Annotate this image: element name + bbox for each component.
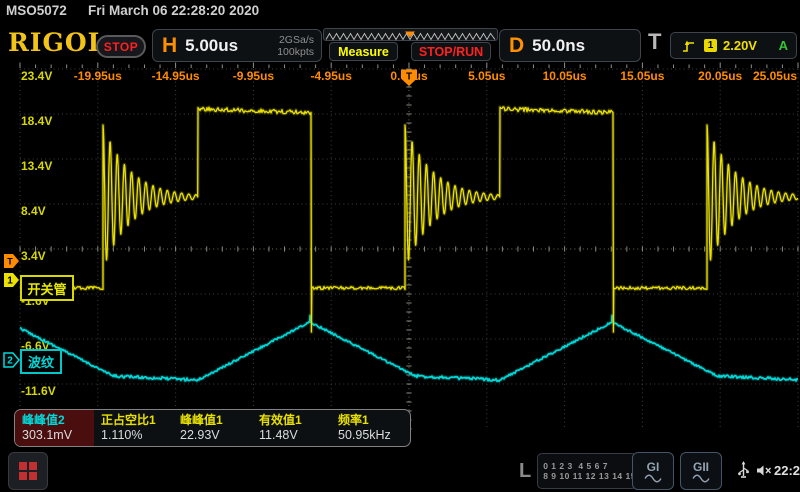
svg-text:8.4V: 8.4V bbox=[21, 204, 46, 218]
svg-text:3.4V: 3.4V bbox=[21, 249, 46, 263]
ch1-trace-label[interactable]: 开关管 bbox=[20, 275, 74, 301]
svg-text:-4.95us: -4.95us bbox=[311, 69, 353, 83]
measurement-cell[interactable]: 峰峰值2 303.1mV bbox=[15, 410, 94, 446]
svg-text:18.4V: 18.4V bbox=[21, 114, 52, 128]
svg-text:25.05us: 25.05us bbox=[753, 69, 797, 83]
svg-text:T: T bbox=[7, 257, 13, 267]
clock-label: 22:27 bbox=[774, 463, 800, 478]
horizontal-timebase-block[interactable]: H 5.00us 2GSa/s 100kpts bbox=[152, 29, 322, 62]
svg-text:-9.95us: -9.95us bbox=[233, 69, 275, 83]
measurement-cell[interactable]: 有效值1 11.48V bbox=[252, 410, 331, 446]
measurement-cell[interactable]: 峰峰值1 22.93V bbox=[173, 410, 252, 446]
trigger-level-value: 2.20V bbox=[723, 38, 757, 53]
ch1-position-marker[interactable]: 1 bbox=[4, 273, 19, 287]
measurement-cell[interactable]: 频率1 50.95kHz bbox=[331, 410, 410, 446]
measurement-panel: 峰峰值2 303.1mV 正占空比1 1.110% 峰峰值1 22.93V 有效… bbox=[14, 409, 411, 447]
svg-text:-11.6V: -11.6V bbox=[21, 384, 56, 398]
sine-wave-icon bbox=[692, 474, 710, 483]
stop-run-button[interactable]: STOP/RUN bbox=[411, 42, 491, 61]
sine-wave-icon bbox=[644, 474, 662, 483]
datetime-label: Fri March 06 22:28:20 2020 bbox=[88, 3, 259, 18]
quick-menu-button[interactable] bbox=[8, 452, 48, 490]
trigger-block[interactable]: 1 2.20V A bbox=[670, 32, 797, 59]
memory-depth: 100kpts bbox=[277, 46, 314, 58]
scope-markers[interactable]: T T 1 2 bbox=[4, 70, 417, 368]
timebase-value: 5.00us bbox=[185, 36, 238, 56]
usb-icon bbox=[737, 461, 750, 480]
measure-button[interactable]: Measure bbox=[329, 42, 398, 61]
ch2-position-marker[interactable]: 2 bbox=[4, 353, 19, 367]
rigol-logo: RIGOL bbox=[8, 28, 106, 57]
svg-text:20.05us: 20.05us bbox=[698, 69, 742, 83]
delay-block[interactable]: D 50.0ns bbox=[499, 29, 641, 62]
red-squares-icon bbox=[17, 460, 39, 482]
sample-rate: 2GSa/s bbox=[279, 34, 314, 46]
waveform-preview-strip[interactable] bbox=[323, 28, 498, 41]
title-bar: MSO5072 Fri March 06 22:28:20 2020 bbox=[0, 0, 800, 22]
svg-text:10.05us: 10.05us bbox=[543, 69, 587, 83]
trigger-source-badge: 1 bbox=[704, 39, 717, 52]
trigger-edge-icon bbox=[681, 38, 696, 54]
svg-text:-14.95us: -14.95us bbox=[152, 69, 200, 83]
ch2-trace-label[interactable]: 波纹 bbox=[20, 349, 62, 374]
logic-channels-tab[interactable]: L 0 1 2 3 4 5 6 7 8 9 10 11 12 13 14 15 bbox=[515, 452, 627, 490]
svg-text:2: 2 bbox=[7, 356, 13, 367]
svg-text:1: 1 bbox=[7, 276, 13, 287]
header-bar: RIGOL STOP H 5.00us 2GSa/s 100kpts Measu… bbox=[0, 22, 800, 62]
svg-text:5.05us: 5.05us bbox=[468, 69, 506, 83]
generator-1-button[interactable]: GI bbox=[632, 452, 674, 490]
waveform-preview-icon bbox=[324, 31, 497, 42]
svg-text:-19.95us: -19.95us bbox=[74, 69, 122, 83]
logic-key: L bbox=[515, 460, 537, 483]
model-label: MSO5072 bbox=[6, 3, 67, 18]
speaker-muted-icon bbox=[756, 464, 772, 477]
horizontal-key: H bbox=[153, 34, 185, 58]
svg-text:13.4V: 13.4V bbox=[21, 159, 52, 173]
delay-key: D bbox=[500, 34, 532, 58]
channel-bar: 1 5.00V -3.40V 2 200mV bbox=[0, 450, 800, 492]
generator-2-button[interactable]: GII bbox=[680, 452, 722, 490]
logic-row-1: 0 1 2 3 4 5 6 7 bbox=[543, 461, 636, 471]
trigger-key: T bbox=[648, 29, 661, 55]
trigger-mode-badge: A bbox=[779, 38, 788, 53]
trigger-level-marker[interactable]: T bbox=[4, 254, 19, 268]
svg-text:23.4V: 23.4V bbox=[21, 69, 52, 83]
svg-text:T: T bbox=[406, 72, 412, 83]
svg-text:15.05us: 15.05us bbox=[620, 69, 664, 83]
acquisition-status-badge: STOP bbox=[96, 35, 146, 58]
delay-value: 50.0ns bbox=[532, 36, 585, 56]
oscilloscope-screen: -19.95us-14.95us-9.95us-4.95us0.05us5.05… bbox=[0, 0, 800, 492]
logic-row-2: 8 9 10 11 12 13 14 15 bbox=[543, 471, 636, 481]
measurement-cell[interactable]: 正占空比1 1.110% bbox=[94, 410, 173, 446]
waveform-traces bbox=[20, 107, 798, 381]
trigger-position-marker[interactable]: T bbox=[401, 70, 417, 87]
